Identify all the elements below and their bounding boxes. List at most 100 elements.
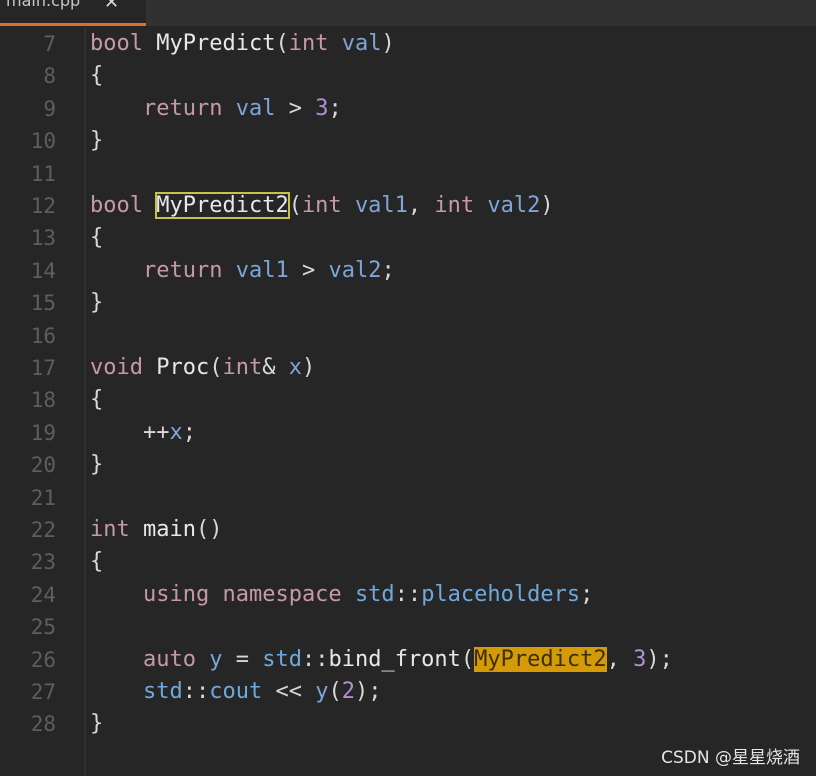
code-line[interactable]: 11 <box>0 158 816 190</box>
punctuation: > <box>288 257 329 283</box>
tab-main-cpp[interactable]: main.cpp ✕ <box>0 0 146 26</box>
code-text: return val > 3; <box>90 93 342 125</box>
code-line[interactable]: 28} <box>0 708 816 740</box>
punctuation: ) <box>301 355 316 380</box>
namespace-identifier: placeholders <box>421 581 581 607</box>
code-text: { <box>90 384 103 416</box>
namespace-identifier: std <box>262 646 302 672</box>
type-keyword: int <box>222 355 263 380</box>
type-keyword: int <box>288 31 329 56</box>
line-number: 11 <box>30 161 56 186</box>
punctuation: ++ <box>90 419 170 445</box>
line-number: 10 <box>30 129 56 154</box>
punctuation: :: <box>394 581 422 607</box>
type-keyword: bool <box>90 193 143 218</box>
code-line[interactable]: 10} <box>0 125 816 157</box>
code-line[interactable]: 25 <box>0 611 816 643</box>
line-number: 23 <box>30 550 56 575</box>
punctuation: << <box>262 679 316 704</box>
line-number: 20 <box>30 453 56 478</box>
code-line[interactable]: 9 return val > 3; <box>0 93 816 125</box>
code-line[interactable]: 20} <box>0 449 816 481</box>
code-text: using namespace std::placeholders; <box>90 579 593 611</box>
watermark: CSDN @星星烧酒 <box>661 748 800 768</box>
code-line[interactable]: 21 <box>0 482 816 514</box>
variable: val <box>341 31 382 56</box>
punctuation: { <box>90 225 104 251</box>
code-line[interactable]: 14 return val1 > val2; <box>0 255 816 287</box>
code-line[interactable]: 26 auto y = std::bind_front(MyPredict2, … <box>0 644 816 676</box>
punctuation <box>196 647 209 672</box>
code-text: void Proc(int& x) <box>90 352 315 384</box>
code-line[interactable]: 18 { <box>0 384 816 416</box>
namespace-identifier: std <box>142 679 183 704</box>
punctuation: ( <box>460 646 475 672</box>
punctuation: > <box>275 95 316 121</box>
punctuation <box>143 355 156 380</box>
keyword: using <box>142 581 210 607</box>
close-icon[interactable]: ✕ <box>104 0 119 13</box>
type-keyword: void <box>90 355 143 380</box>
line-number: 26 <box>30 647 56 672</box>
number-literal: 3 <box>633 646 647 672</box>
code-line[interactable]: 8{ <box>0 60 816 92</box>
punctuation: } <box>90 290 104 316</box>
line-number: 8 <box>43 64 56 89</box>
code-line[interactable]: 16 <box>0 320 816 352</box>
line-number: 22 <box>30 518 56 542</box>
variable: val2 <box>328 257 382 283</box>
line-number: 27 <box>30 680 56 704</box>
type-keyword: int <box>90 517 130 542</box>
punctuation: , <box>407 193 435 218</box>
line-number: 28 <box>30 712 56 737</box>
punctuation: ); <box>646 646 673 672</box>
line-number: 21 <box>30 485 56 510</box>
punctuation: & <box>262 355 289 380</box>
punctuation: :: <box>182 679 210 704</box>
punctuation <box>222 258 235 283</box>
code-text: auto y = std::bind_front(MyPredict2, 3); <box>90 644 673 676</box>
code-text: bool MyPredict(int val) <box>90 28 395 60</box>
code-line[interactable]: 17 void Proc(int& x) <box>0 352 816 384</box>
tab-bar: main.cpp ✕ <box>0 0 816 26</box>
line-number: 25 <box>30 615 56 640</box>
code-line[interactable]: 19 ++x; <box>0 417 816 449</box>
line-number: 17 <box>30 356 56 380</box>
code-line[interactable]: 24 using namespace std::placeholders; <box>0 579 816 611</box>
punctuation: ( <box>209 355 223 380</box>
code-line[interactable]: 12 bool MyPredict2(int val1, int val2) <box>0 190 816 222</box>
function-name: MyPredict <box>156 31 276 56</box>
code-text: ++x; <box>90 417 196 449</box>
punctuation <box>90 647 143 672</box>
punctuation <box>90 96 143 121</box>
namespace-identifier: cout <box>209 679 263 704</box>
punctuation: ) <box>381 31 395 56</box>
punctuation: } <box>90 711 104 737</box>
variable: x <box>288 355 302 380</box>
line-number: 9 <box>43 96 56 121</box>
punctuation <box>130 517 143 542</box>
code-text: } <box>90 125 103 157</box>
code-line[interactable]: 23 { <box>0 546 816 578</box>
code-line[interactable]: 27 std::cout << y(2); <box>0 676 816 708</box>
line-number: 7 <box>43 32 56 56</box>
selected-identifier: MyPredict2 <box>155 192 290 219</box>
punctuation <box>209 582 222 607</box>
punctuation: { <box>90 549 104 575</box>
code-text: bool MyPredict2(int val1, int val2) <box>90 190 554 222</box>
code-line[interactable]: 15} <box>0 287 816 319</box>
punctuation: ; <box>381 257 395 283</box>
number-literal: 2 <box>341 679 355 704</box>
code-line[interactable]: 22 int main() <box>0 514 816 546</box>
code-line[interactable]: 13 { <box>0 222 816 254</box>
punctuation: , <box>606 646 634 672</box>
function-name: bind_front <box>328 646 461 672</box>
punctuation <box>143 31 156 56</box>
code-text: return val1 > val2; <box>90 255 395 287</box>
function-name: main <box>143 517 196 542</box>
punctuation: { <box>90 63 104 89</box>
punctuation: ; <box>182 419 196 445</box>
code-line[interactable]: 7 bool MyPredict(int val) <box>0 28 816 60</box>
punctuation: = <box>222 646 263 672</box>
punctuation <box>90 258 143 283</box>
